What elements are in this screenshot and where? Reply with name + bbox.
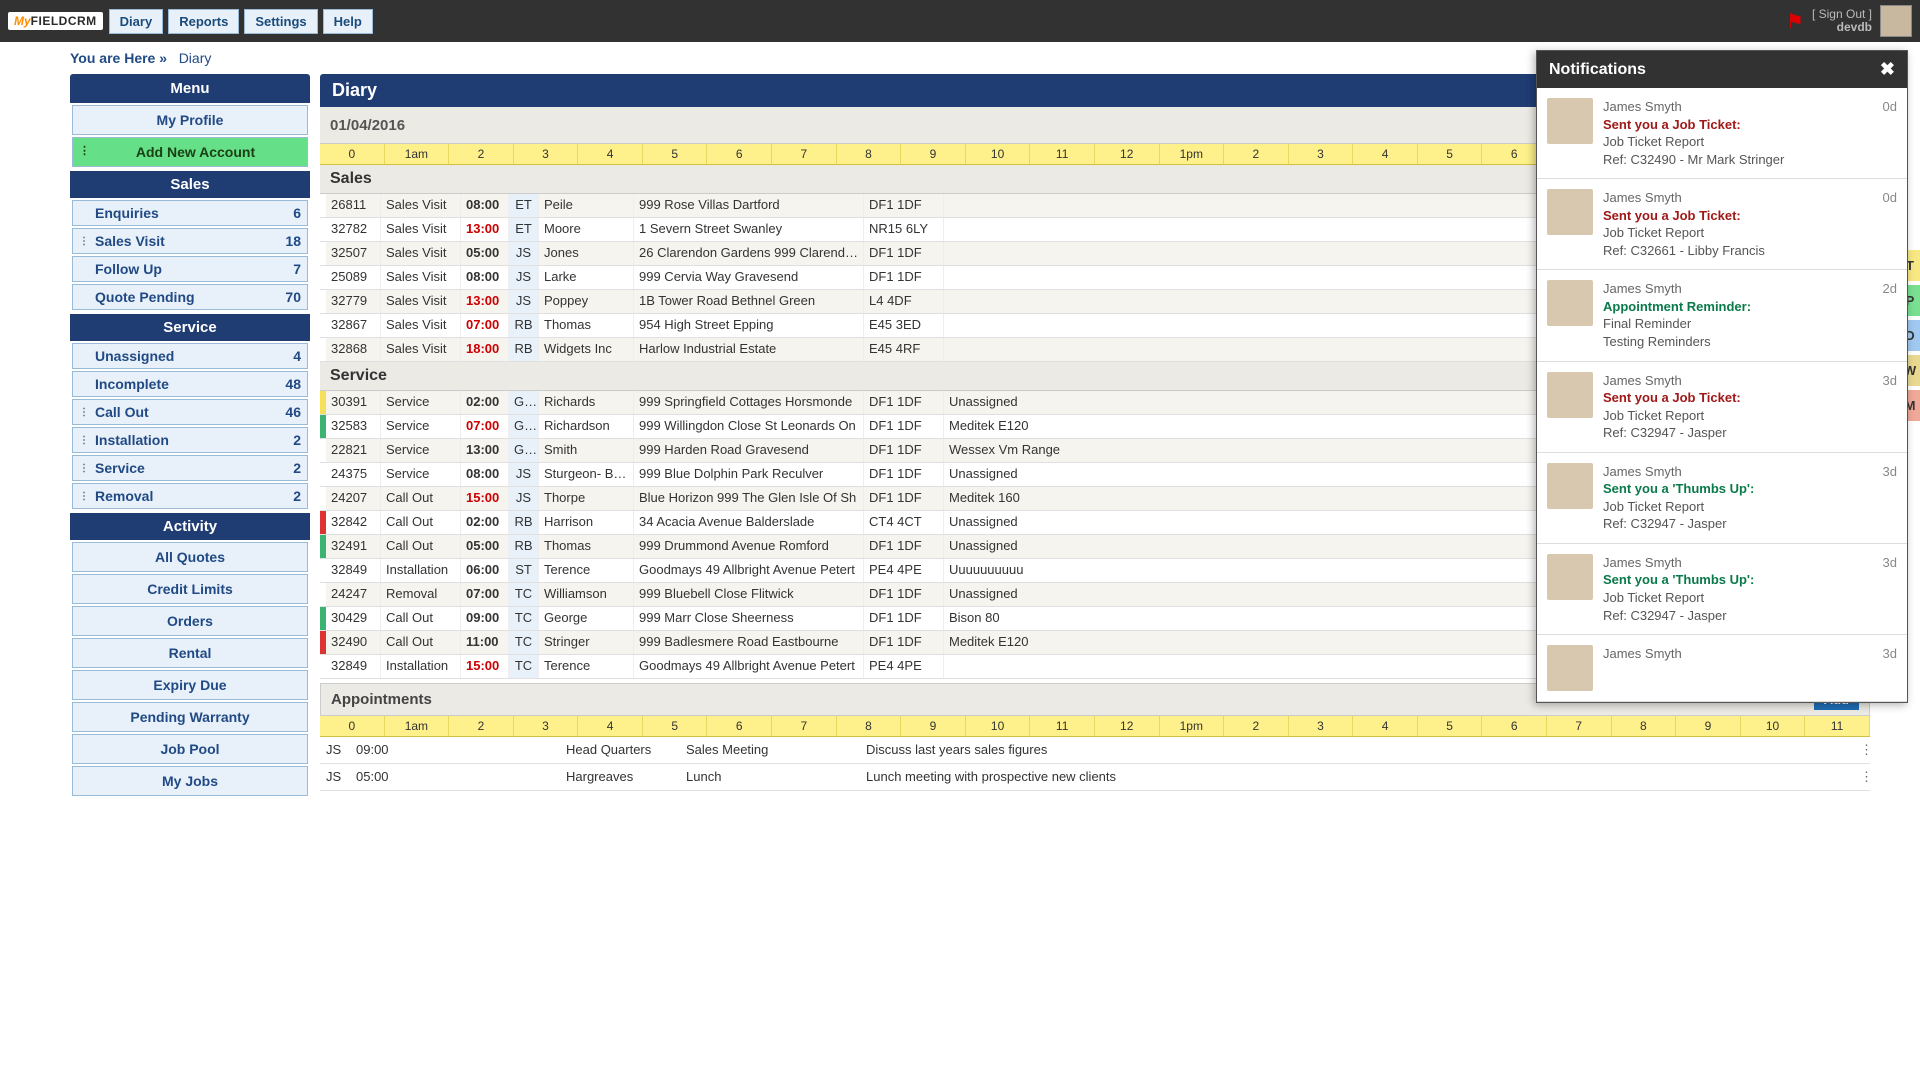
avatar bbox=[1547, 554, 1593, 600]
notifications-panel: Notifications ✖ James Smyth0dSent you a … bbox=[1536, 50, 1908, 703]
timeline-header: 01am234567891011121pm234567891011 bbox=[320, 716, 1870, 737]
sidebar-item-installation[interactable]: ⋮Installation2 bbox=[72, 427, 308, 453]
sidebar-item-quote-pending[interactable]: Quote Pending70 bbox=[72, 284, 308, 310]
appointment-row[interactable]: JS05:00HargreavesLunchLunch meeting with… bbox=[320, 764, 1870, 791]
dots-icon: ⋮ bbox=[79, 236, 91, 247]
sidebar-item-sales-visit[interactable]: ⋮Sales Visit18 bbox=[72, 228, 308, 254]
add-account-button[interactable]: ⋮ Add New Account bbox=[72, 137, 308, 167]
flag-icon[interactable]: ⚑ bbox=[1786, 9, 1804, 34]
dots-icon[interactable]: ⋮ bbox=[1854, 740, 1870, 760]
topbar: MyFIELDCRM DiaryReportsSettingsHelp ⚑ [ … bbox=[0, 0, 1920, 42]
user-block[interactable]: [ Sign Out ] devdb bbox=[1812, 8, 1872, 34]
activity-header: Activity bbox=[70, 513, 310, 540]
sidebar-item-follow-up[interactable]: Follow Up7 bbox=[72, 256, 308, 282]
nav-reports[interactable]: Reports bbox=[168, 9, 239, 34]
notification-item[interactable]: James Smyth3dSent you a 'Thumbs Up':Job … bbox=[1537, 544, 1907, 635]
avatar[interactable] bbox=[1880, 5, 1912, 37]
sidebar: Menu My Profile ⋮ Add New Account Sales … bbox=[70, 74, 310, 798]
activity-my-jobs[interactable]: My Jobs bbox=[72, 766, 308, 796]
avatar bbox=[1547, 280, 1593, 326]
menu-title: Menu bbox=[70, 74, 310, 103]
dots-icon: ⋮ bbox=[79, 144, 90, 157]
dots-icon: ⋮ bbox=[79, 463, 91, 474]
sidebar-item-incomplete[interactable]: Incomplete48 bbox=[72, 371, 308, 397]
activity-rental[interactable]: Rental bbox=[72, 638, 308, 668]
sidebar-item-removal[interactable]: ⋮Removal2 bbox=[72, 483, 308, 509]
nav-diary[interactable]: Diary bbox=[109, 9, 164, 34]
activity-expiry-due[interactable]: Expiry Due bbox=[72, 670, 308, 700]
notification-item[interactable]: James Smyth2dAppointment Reminder:Final … bbox=[1537, 270, 1907, 361]
avatar bbox=[1547, 645, 1593, 691]
dots-icon: ⋮ bbox=[79, 491, 91, 502]
sales-header: Sales bbox=[70, 171, 310, 198]
nav-help[interactable]: Help bbox=[323, 9, 373, 34]
my-profile-button[interactable]: My Profile bbox=[72, 105, 308, 135]
notifications-header: Notifications ✖ bbox=[1537, 51, 1907, 88]
username: devdb bbox=[1812, 21, 1872, 34]
date-label: 01/04/2016 bbox=[330, 117, 405, 134]
dots-icon: ⋮ bbox=[79, 435, 91, 446]
sidebar-item-unassigned[interactable]: Unassigned4 bbox=[72, 343, 308, 369]
notification-item[interactable]: James Smyth3d bbox=[1537, 635, 1907, 702]
avatar bbox=[1547, 372, 1593, 418]
activity-pending-warranty[interactable]: Pending Warranty bbox=[72, 702, 308, 732]
activity-orders[interactable]: Orders bbox=[72, 606, 308, 636]
sidebar-item-enquiries[interactable]: Enquiries6 bbox=[72, 200, 308, 226]
sidebar-item-service[interactable]: ⋮Service2 bbox=[72, 455, 308, 481]
sidebar-item-call-out[interactable]: ⋮Call Out46 bbox=[72, 399, 308, 425]
notification-item[interactable]: James Smyth3dSent you a 'Thumbs Up':Job … bbox=[1537, 453, 1907, 544]
close-icon[interactable]: ✖ bbox=[1880, 59, 1895, 80]
avatar bbox=[1547, 189, 1593, 235]
nav-settings[interactable]: Settings bbox=[244, 9, 317, 34]
activity-credit-limits[interactable]: Credit Limits bbox=[72, 574, 308, 604]
notification-item[interactable]: James Smyth3dSent you a Job Ticket:Job T… bbox=[1537, 362, 1907, 453]
logo: MyFIELDCRM bbox=[8, 12, 103, 30]
avatar bbox=[1547, 463, 1593, 509]
dots-icon: ⋮ bbox=[79, 407, 91, 418]
activity-job-pool[interactable]: Job Pool bbox=[72, 734, 308, 764]
appointment-row[interactable]: JS09:00Head QuartersSales MeetingDiscuss… bbox=[320, 737, 1870, 764]
notification-item[interactable]: James Smyth0dSent you a Job Ticket:Job T… bbox=[1537, 88, 1907, 179]
nav-buttons: DiaryReportsSettingsHelp bbox=[109, 9, 373, 34]
service-header: Service bbox=[70, 314, 310, 341]
avatar bbox=[1547, 98, 1593, 144]
activity-all-quotes[interactable]: All Quotes bbox=[72, 542, 308, 572]
notification-item[interactable]: James Smyth0dSent you a Job Ticket:Job T… bbox=[1537, 179, 1907, 270]
dots-icon[interactable]: ⋮ bbox=[1854, 767, 1870, 787]
